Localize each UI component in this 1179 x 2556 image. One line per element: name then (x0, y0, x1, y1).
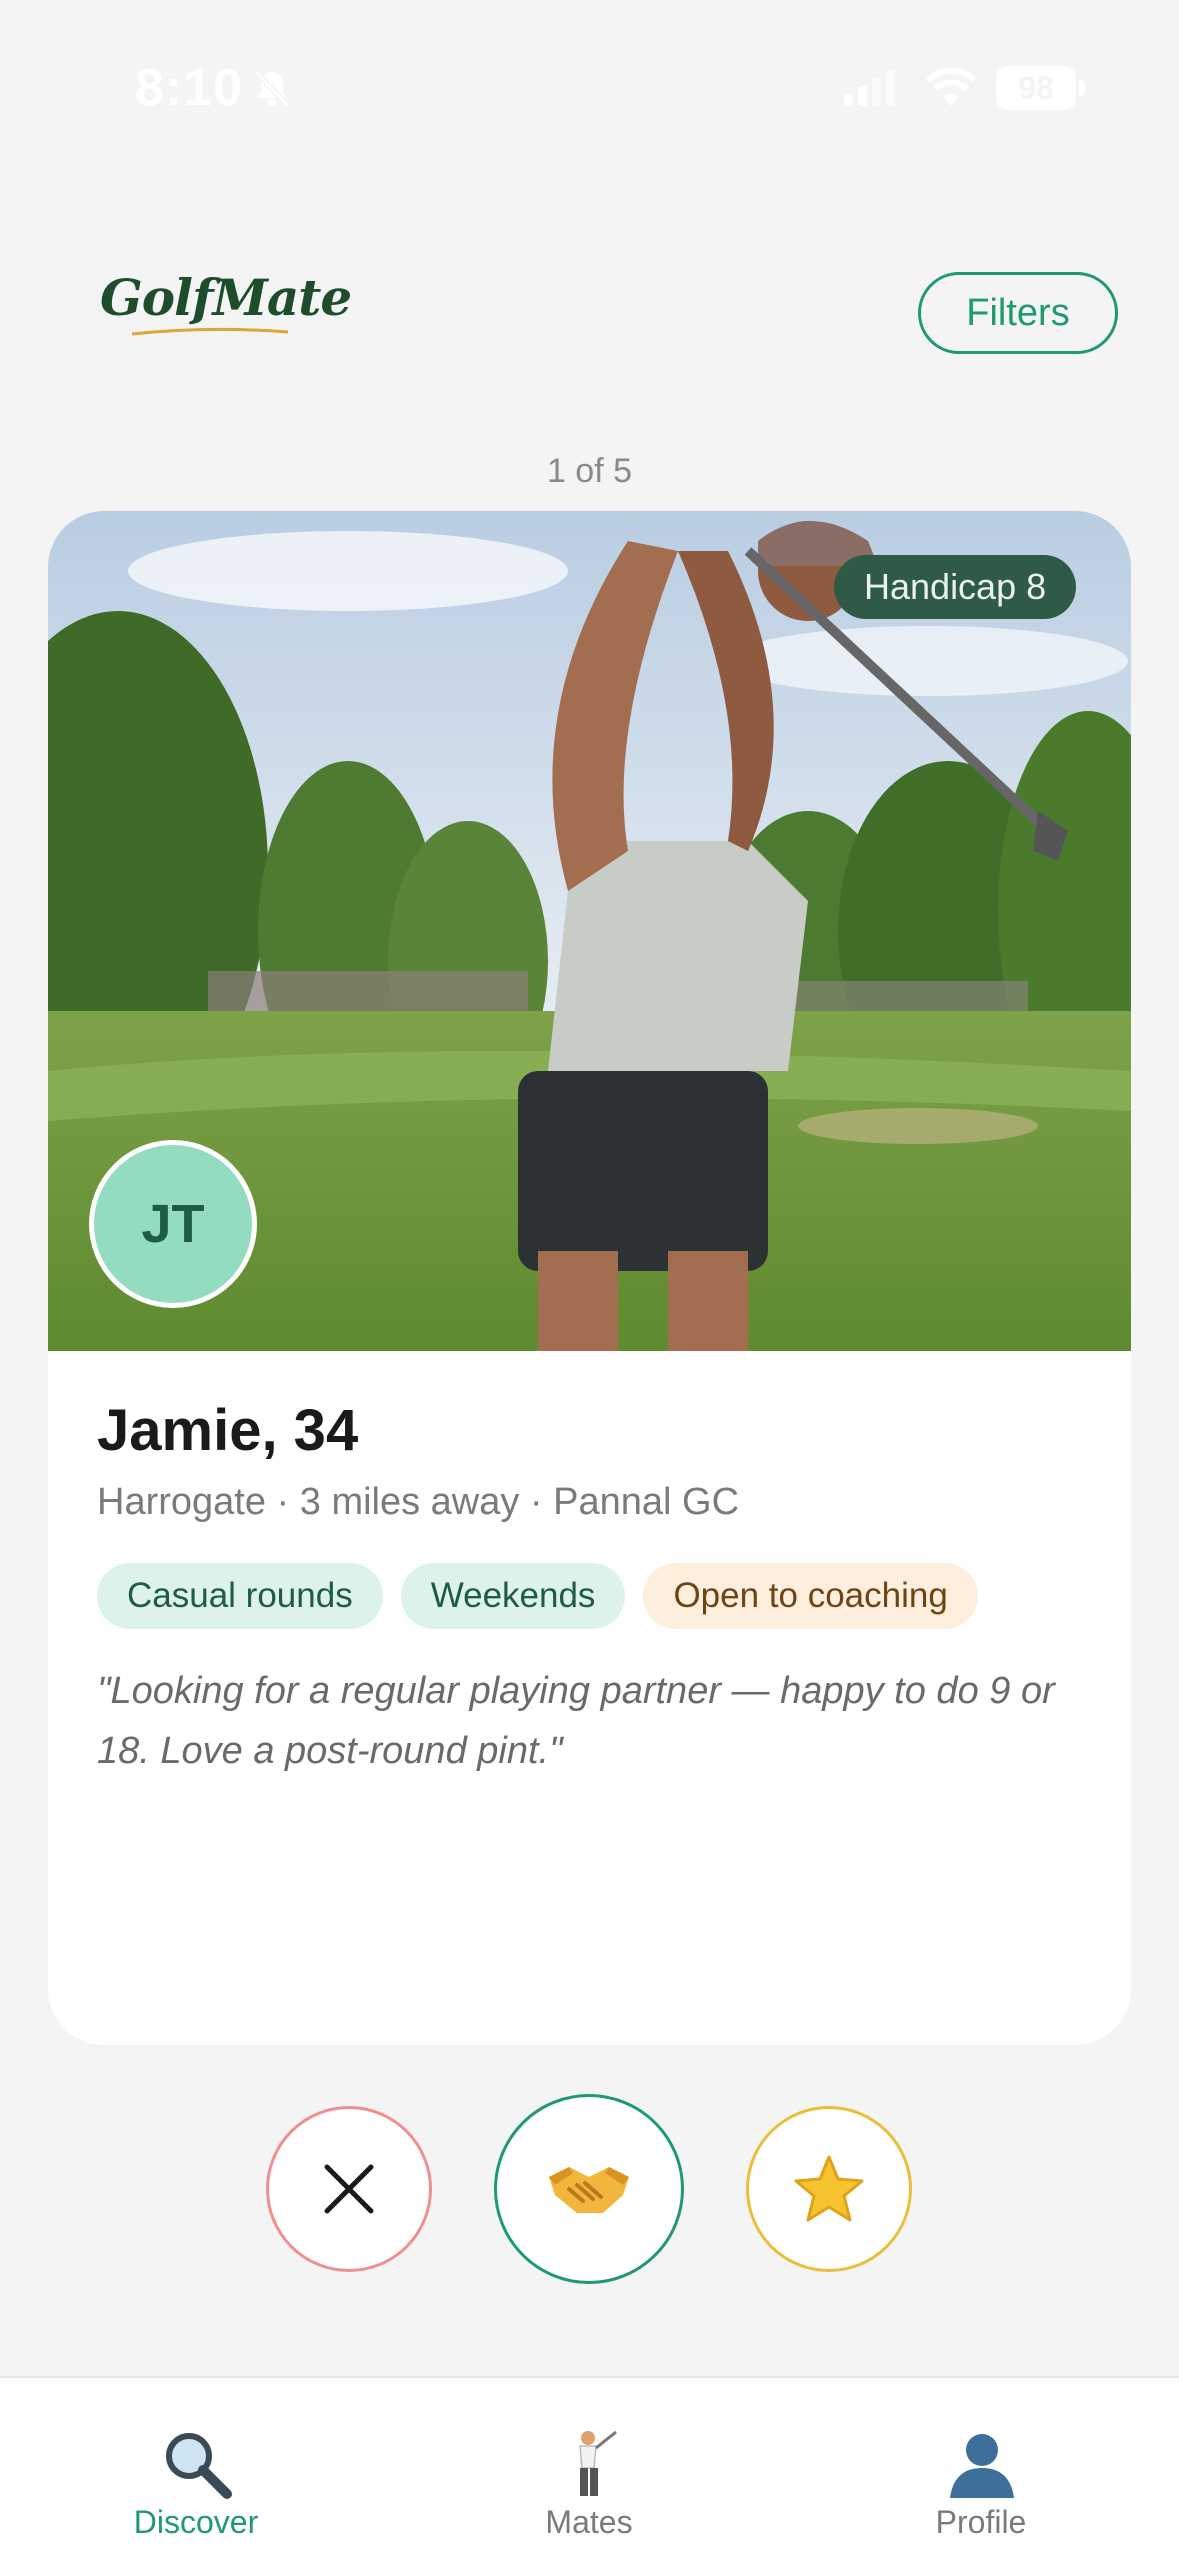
close-icon (324, 2164, 374, 2214)
nav-item-discover[interactable]: Discover (66, 2378, 326, 2556)
tag-casual-rounds: Casual rounds (97, 1563, 383, 1629)
status-time: 8:10 (135, 59, 244, 117)
avatar: JT (89, 1140, 257, 1308)
wifi-icon (925, 68, 977, 106)
profile-card[interactable]: Handicap 8 JT Jamie, 34 Harrogate · 3 mi… (48, 511, 1131, 2045)
tag-list: Casual rounds Weekends Open to coaching (97, 1563, 978, 1629)
bottom-nav: Discover Mates Profile (0, 2376, 1179, 2556)
logo-swoosh (131, 327, 289, 336)
superlike-button[interactable] (746, 2106, 912, 2272)
signal-icon (844, 70, 895, 106)
handshake-icon (549, 2167, 629, 2213)
nav-item-profile[interactable]: Profile (851, 2378, 1111, 2556)
handicap-badge: Handicap 8 (834, 555, 1077, 619)
filters-button[interactable]: Filters (918, 272, 1118, 354)
battery-indicator: 98 (996, 66, 1085, 110)
bell-slash-icon (253, 69, 291, 109)
profile-name: Jamie, 34 (97, 1398, 359, 1463)
star-icon (794, 2155, 864, 2222)
person-icon (950, 2434, 1014, 2498)
nav-label-mates: Mates (545, 2504, 633, 2540)
nav-label-profile: Profile (935, 2504, 1027, 2540)
pass-button[interactable] (266, 2106, 432, 2272)
magnifier-icon (166, 2433, 232, 2499)
app-logo: GolfMate (100, 268, 352, 327)
tag-weekends: Weekends (400, 1563, 626, 1629)
nav-label-discover: Discover (133, 2504, 259, 2540)
nav-item-mates[interactable]: Mates (459, 2378, 719, 2556)
status-bar: 8:10 98 (0, 0, 1179, 170)
profile-location: Harrogate · 3 miles away · Pannal GC (97, 1481, 740, 1523)
golfer-icon (579, 2430, 617, 2496)
profile-counter: 1 of 5 (546, 452, 633, 490)
profile-bio: "Looking for a regular playing partner —… (97, 1670, 1055, 1772)
tag-open-to-coaching: Open to coaching (643, 1563, 978, 1629)
handshake-button[interactable] (494, 2094, 684, 2284)
